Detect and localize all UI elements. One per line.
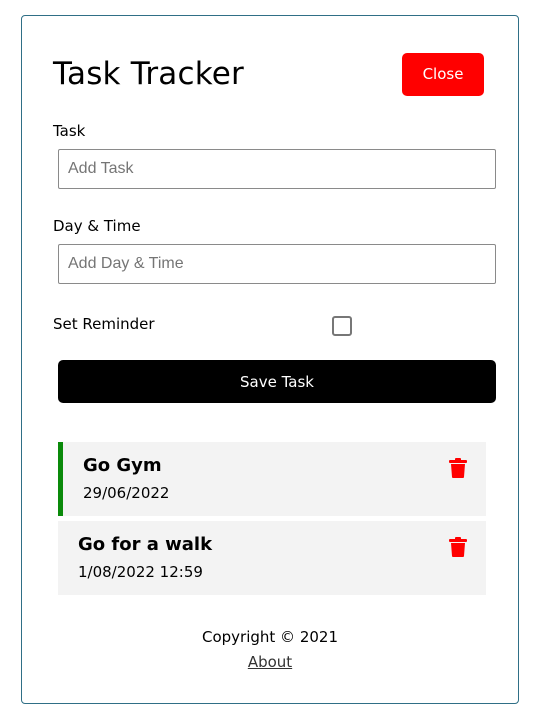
trash-icon[interactable] — [449, 458, 467, 478]
task-title: Go for a walk — [78, 534, 213, 555]
day-time-input[interactable] — [58, 244, 496, 284]
reminder-checkbox[interactable] — [332, 316, 352, 336]
page-title: Task Tracker — [53, 56, 244, 92]
task-title: Go Gym — [83, 455, 162, 476]
task-day: 29/06/2022 — [83, 484, 170, 502]
day-time-label: Day & Time — [53, 217, 141, 235]
task-item[interactable]: Go Gym 29/06/2022 — [58, 442, 486, 516]
trash-icon[interactable] — [449, 537, 467, 557]
save-task-button[interactable]: Save Task — [58, 360, 496, 403]
task-input[interactable] — [58, 149, 496, 189]
about-link[interactable]: About — [248, 653, 292, 671]
task-day: 1/08/2022 12:59 — [78, 563, 203, 581]
copyright-text: Copyright © 2021 — [201, 628, 338, 646]
task-item[interactable]: Go for a walk 1/08/2022 12:59 — [58, 521, 486, 595]
close-button[interactable]: Close — [402, 52, 484, 96]
header: Task Tracker Close — [53, 52, 484, 96]
reminder-label: Set Reminder — [53, 315, 155, 333]
app-container: Task Tracker Close Task Day & Time Set R… — [21, 15, 519, 704]
task-label: Task — [53, 122, 86, 140]
